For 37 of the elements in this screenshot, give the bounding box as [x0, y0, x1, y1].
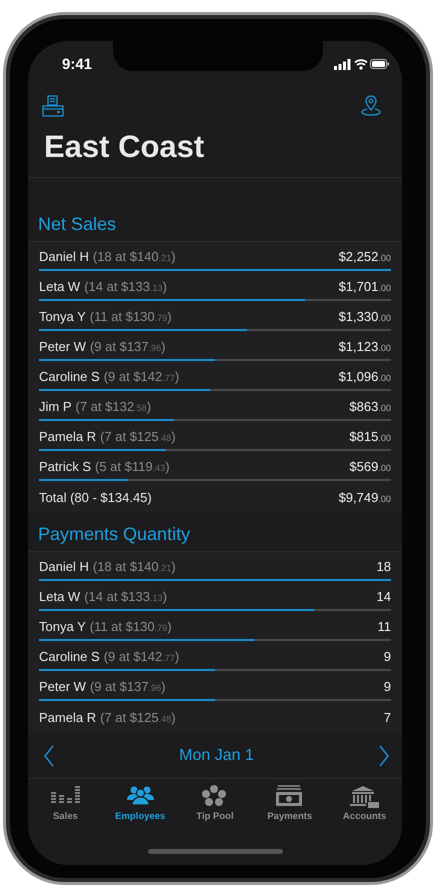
employee-name: Leta W — [39, 588, 80, 604]
tab[interactable]: Payments — [254, 785, 326, 837]
next-icon[interactable] — [378, 745, 390, 767]
location-pin-icon[interactable] — [360, 95, 382, 117]
employee-name: Caroline S — [39, 368, 100, 384]
status-icons — [334, 58, 390, 70]
employee-name: Tonya Y — [39, 308, 86, 324]
employee-name: Patrick S — [39, 458, 92, 474]
row-value: 7 — [384, 710, 391, 724]
previous-icon[interactable] — [43, 745, 55, 767]
employee-name: Tonya Y — [39, 618, 86, 634]
tab[interactable]: Employees — [104, 785, 176, 837]
page-title: East Coast — [28, 123, 402, 178]
employee-name: Daniel H — [39, 558, 89, 574]
section-title: Payments Quantity — [38, 524, 190, 544]
row-value: 9 — [384, 648, 391, 664]
employee-name: Pamela R — [39, 710, 96, 724]
date-label[interactable]: Mon Jan 1 — [179, 747, 254, 765]
employee-name: Leta W — [39, 278, 80, 294]
employee-name: Peter W — [39, 678, 86, 694]
tab[interactable]: Sales — [29, 785, 102, 837]
employee-name: Total (80 - $134.45) — [39, 490, 152, 504]
status-time: 9:41 — [62, 56, 92, 72]
tab[interactable]: Accounts — [328, 785, 401, 837]
employee-name: Caroline S — [39, 648, 100, 664]
row-value: 9 — [384, 678, 391, 694]
register-icon[interactable] — [42, 95, 64, 117]
employee-name: Peter W — [39, 338, 86, 354]
row-value: 14 — [376, 588, 391, 604]
employee-name: Jim P — [39, 398, 72, 414]
bank-icon — [349, 785, 380, 808]
tab[interactable]: Tip Pool — [178, 785, 251, 837]
section-title: Net Sales — [38, 214, 116, 234]
row-value: 18 — [376, 558, 391, 574]
employee-name: Daniel H — [39, 248, 89, 264]
employee-name: Pamela R — [39, 428, 96, 444]
row-value: 11 — [378, 618, 391, 634]
